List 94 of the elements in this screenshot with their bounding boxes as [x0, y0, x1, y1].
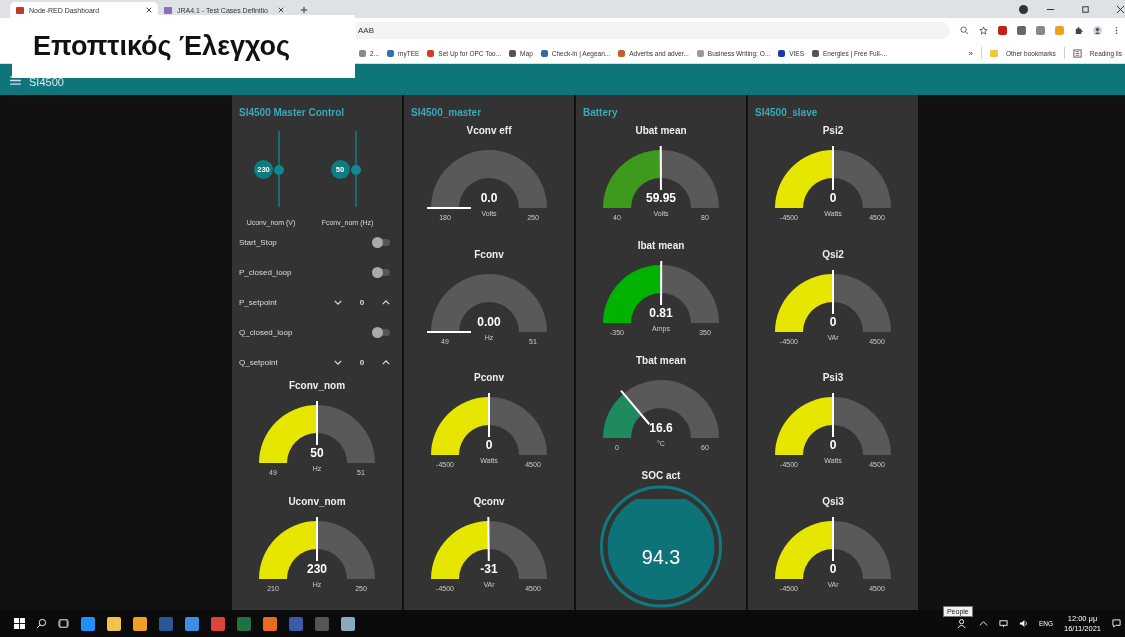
extension-icon[interactable] [1017, 26, 1026, 35]
slider-thumb[interactable] [274, 164, 284, 175]
gauge-value: 0 [829, 561, 837, 576]
gauge-title: Uconv_nom [288, 495, 346, 507]
more-bookmarks-button[interactable]: » [968, 48, 973, 58]
gauge-title: Ibat mean [637, 240, 685, 251]
app-icon[interactable] [341, 616, 355, 631]
gauge-value: 0 [829, 191, 837, 205]
close-icon[interactable] [278, 7, 284, 13]
new-tab-icon[interactable] [300, 6, 308, 14]
gauge-title: Fconv_nom [288, 380, 346, 392]
profile-dot-icon[interactable] [1019, 4, 1028, 14]
numeric-label: P_setpoint [239, 298, 278, 308]
gauge-needle [426, 330, 472, 333]
chevron-up-icon[interactable] [978, 619, 988, 628]
gauge-title: Pconv [474, 372, 504, 384]
gauge-title: Qconv [473, 495, 505, 507]
switch-label: Q_closed_loop [239, 327, 294, 337]
gauge-needle [660, 260, 663, 306]
app-icon[interactable] [263, 616, 277, 631]
reading-list-icon [1072, 48, 1082, 58]
gauge-value: -31 [480, 561, 498, 576]
switch-label: P_closed_loop [239, 268, 293, 278]
numeric-value: 0 [358, 357, 366, 367]
extension-icon[interactable] [998, 26, 1007, 35]
gauge-needle [659, 145, 662, 191]
app-icon[interactable] [133, 616, 147, 631]
group-title: SI4500_master [410, 107, 482, 120]
gauge-value: 0 [829, 314, 837, 329]
gauge-value: 16.6 [649, 421, 673, 435]
numeric-label: Q_setpoint [239, 357, 279, 367]
search-icon[interactable] [36, 618, 47, 629]
close-icon[interactable] [146, 7, 152, 13]
gauge-value: 50 [310, 446, 324, 461]
gauge-title: Qsi2 [822, 248, 844, 260]
gauge-title: Tbat mean [636, 355, 686, 366]
numeric-value: 0 [358, 298, 366, 308]
folder-icon [989, 49, 998, 57]
gauge-value: 0 [829, 438, 837, 453]
group-title: SI4500 Master Control [238, 107, 345, 120]
close-icon[interactable] [1116, 4, 1125, 14]
gauge-needle [832, 392, 834, 439]
gauge-title: Psi3 [822, 372, 844, 384]
gauge-value: 230 [307, 561, 327, 576]
gauge-value: 0.00 [477, 314, 501, 329]
dashboard-title: SI4500 [29, 76, 64, 88]
gauge-needle [316, 400, 318, 447]
task-view-icon[interactable] [58, 618, 69, 629]
start-icon[interactable] [14, 618, 25, 629]
gauge-needle [832, 145, 834, 191]
gauge-needle [316, 515, 318, 562]
chevron-down-icon[interactable] [334, 300, 342, 306]
restore-icon[interactable] [1081, 4, 1090, 14]
tab-favicon-icon [16, 6, 24, 14]
people-icon[interactable] [956, 617, 968, 629]
gauge-needle [487, 515, 490, 562]
group-title: Battery [582, 107, 618, 120]
speaker-icon[interactable] [1018, 619, 1028, 628]
slider-thumb[interactable] [350, 164, 361, 175]
group-title: SI4500_slave [754, 107, 818, 120]
gauge-value: 0.81 [649, 306, 673, 320]
gauge-needle [620, 389, 651, 426]
gauge-title: SOC act [641, 470, 681, 481]
gauge-value: 0 [485, 438, 493, 453]
toggle-switch[interactable] [374, 239, 390, 247]
chevron-down-icon[interactable] [334, 359, 342, 365]
gauge-value: 0.0 [480, 191, 498, 205]
network-icon[interactable] [998, 619, 1008, 628]
chevron-up-icon[interactable] [382, 359, 390, 365]
gauge-title: Vconv eff [466, 125, 512, 136]
level-value: 94.3 [641, 546, 681, 569]
chevron-up-icon[interactable] [382, 300, 390, 306]
switch-label: Start_Stop [239, 238, 278, 248]
gauge-needle [832, 268, 834, 315]
gauge-title: Fconv [474, 248, 504, 260]
gauge-value: 59.95 [646, 191, 676, 205]
app-icon[interactable] [107, 616, 121, 631]
gauge-needle [426, 207, 472, 209]
tab-favicon-icon [164, 6, 172, 14]
gauge-title: Psi2 [822, 125, 844, 136]
address-field[interactable]: AAB [356, 22, 950, 39]
toggle-switch[interactable] [374, 328, 390, 336]
gauge-title: Ubat mean [635, 125, 687, 136]
notification-icon[interactable] [1112, 619, 1121, 628]
profile-icon[interactable] [1093, 26, 1102, 35]
gauge-needle [832, 515, 834, 562]
gauge-title: Qsi3 [822, 495, 844, 507]
puzzle-icon[interactable] [1074, 26, 1083, 35]
app-icon[interactable] [81, 616, 95, 631]
gauge-needle [488, 392, 490, 439]
star-icon[interactable] [979, 26, 988, 35]
overlay-title: Εποπτικός Έλεγχος [12, 15, 355, 78]
app-icon[interactable] [185, 616, 199, 631]
toggle-switch[interactable] [374, 269, 390, 277]
